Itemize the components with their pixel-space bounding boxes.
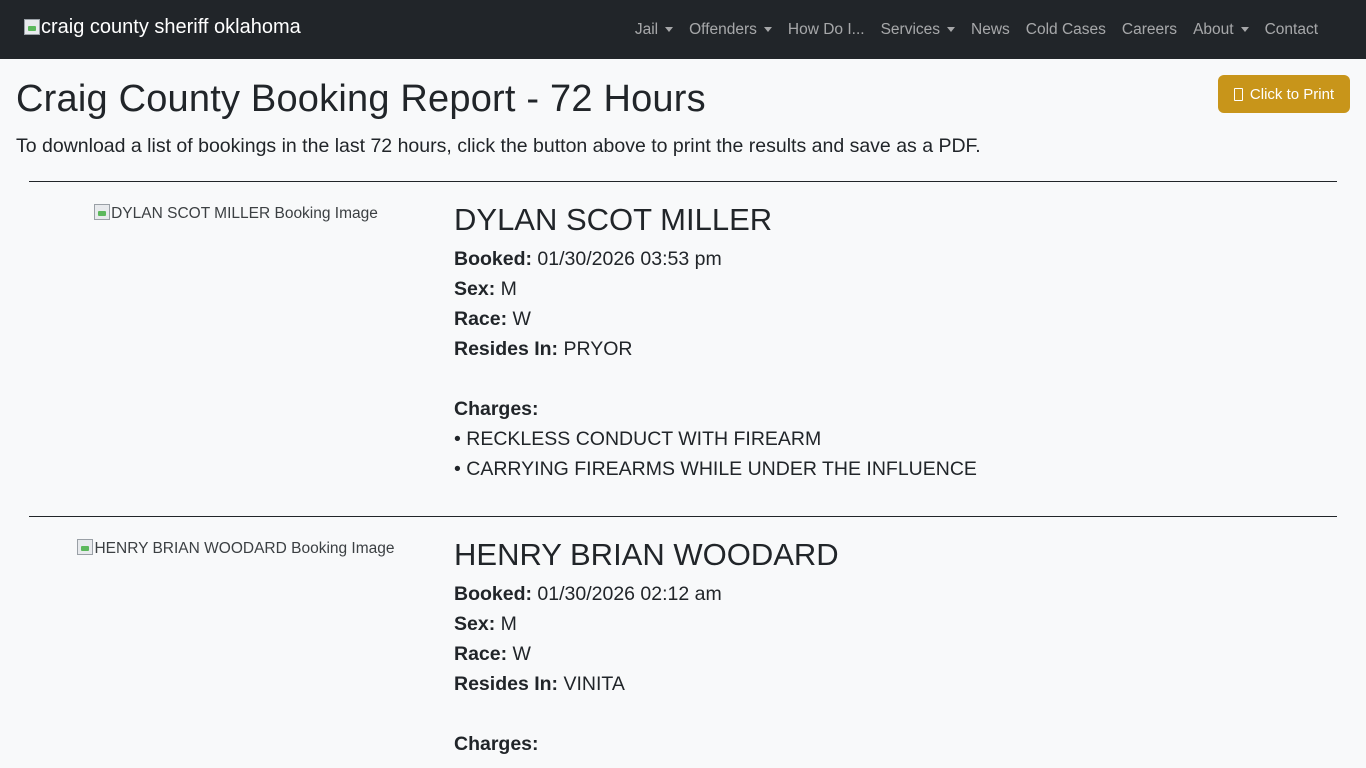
caret-down-icon	[763, 27, 772, 32]
booking-image-alt-text: DYLAN SCOT MILLER Booking Image	[111, 205, 378, 222]
brand-logo-link[interactable]: craig county sheriff oklahoma	[24, 16, 301, 39]
charge-item: • CARRYING FIREARMS WHILE UNDER THE INFL…	[454, 458, 977, 480]
nav-item-label: Services	[880, 20, 941, 38]
resides-label: Resides In:	[454, 338, 559, 360]
nav-item-label: About	[1193, 20, 1234, 38]
nav-item-how-do-i[interactable]: How Do I...	[780, 21, 873, 39]
race-label: Race:	[454, 643, 508, 665]
charges-label: Charges:	[454, 733, 539, 755]
nav-item-label: Contact	[1264, 20, 1318, 38]
divider	[29, 181, 1337, 182]
nav-item-label: Jail	[634, 20, 659, 38]
sex-row: Sex: M	[454, 609, 839, 639]
race-row: Race: W	[454, 304, 977, 334]
brand-logo-alt-text: craig county sheriff oklahoma	[41, 16, 301, 38]
page-title: Craig County Booking Report - 72 Hours	[16, 78, 706, 120]
nav-item-cold-cases[interactable]: Cold Cases	[1018, 21, 1114, 39]
booking-details: DYLAN SCOT MILLER Booked: 01/30/2026 03:…	[454, 198, 977, 484]
nav-item-news[interactable]: News	[963, 21, 1018, 39]
booked-row: Booked: 01/30/2026 03:53 pm	[454, 244, 977, 274]
nav-item-services[interactable]: Services	[873, 21, 963, 39]
booking-entry: DYLAN SCOT MILLER Booking Image DYLAN SC…	[29, 198, 1337, 518]
resides-row: Resides In: VINITA	[454, 669, 839, 699]
booked-value: 01/30/2026 02:12 am	[537, 583, 722, 605]
intro-text: To download a list of bookings in the la…	[16, 135, 981, 157]
booked-label: Booked:	[454, 248, 532, 270]
booking-entry: HENRY BRIAN WOODARD Booking Image HENRY …	[29, 533, 1337, 768]
resides-value: VINITA	[563, 673, 625, 695]
broken-image-icon	[77, 539, 94, 555]
nav-item-careers[interactable]: Careers	[1114, 21, 1185, 39]
booking-details: HENRY BRIAN WOODARD Booked: 01/30/2026 0…	[454, 533, 839, 759]
charge-item: • RECKLESS CONDUCT WITH FIREARM	[454, 428, 822, 450]
broken-image-icon	[94, 204, 111, 220]
divider	[29, 516, 1337, 517]
race-value: W	[512, 643, 531, 665]
charges-heading-row: Charges:	[454, 729, 839, 759]
nav-item-label: Careers	[1121, 20, 1178, 38]
sex-value: M	[500, 613, 517, 635]
nav-item-about[interactable]: About	[1185, 21, 1257, 39]
caret-down-icon	[947, 27, 956, 32]
race-label: Race:	[454, 308, 508, 330]
resides-label: Resides In:	[454, 673, 559, 695]
nav-item-offenders[interactable]: Offenders	[681, 21, 780, 39]
resides-row: Resides In: PRYOR	[454, 334, 977, 364]
race-value: W	[512, 308, 531, 330]
charges-heading-row: Charges:	[454, 394, 977, 424]
top-navbar: craig county sheriff oklahoma Jail Offen…	[0, 0, 1366, 59]
booked-label: Booked:	[454, 583, 532, 605]
nav-item-label: Offenders	[689, 20, 757, 38]
caret-down-icon	[1240, 27, 1249, 32]
print-button-label: Click to Print	[1249, 85, 1335, 103]
broken-image-icon	[24, 19, 40, 35]
charges-label: Charges:	[454, 398, 539, 420]
race-row: Race: W	[454, 639, 839, 669]
nav-item-label: How Do I...	[787, 20, 865, 38]
booking-image: DYLAN SCOT MILLER Booking Image	[29, 204, 443, 223]
nav-item-jail[interactable]: Jail	[627, 21, 681, 39]
sex-value: M	[500, 278, 517, 300]
sex-label: Sex:	[454, 613, 496, 635]
nav-item-label: Cold Cases	[1025, 20, 1106, 38]
booked-row: Booked: 01/30/2026 02:12 am	[454, 579, 839, 609]
booked-value: 01/30/2026 03:53 pm	[537, 248, 722, 270]
print-icon	[1233, 87, 1243, 101]
inmate-name: HENRY BRIAN WOODARD	[454, 537, 839, 572]
nav-menu: Jail Offenders How Do I... Services News…	[627, 0, 1326, 59]
resides-value: PRYOR	[563, 338, 633, 360]
nav-item-contact[interactable]: Contact	[1257, 21, 1326, 39]
booking-image: HENRY BRIAN WOODARD Booking Image	[29, 539, 443, 558]
caret-down-icon	[665, 27, 674, 32]
booking-image-alt-text: HENRY BRIAN WOODARD Booking Image	[94, 540, 395, 557]
print-button[interactable]: Click to Print	[1218, 75, 1350, 113]
sex-label: Sex:	[454, 278, 496, 300]
sex-row: Sex: M	[454, 274, 977, 304]
inmate-name: DYLAN SCOT MILLER	[454, 202, 773, 237]
nav-item-label: News	[971, 20, 1010, 38]
